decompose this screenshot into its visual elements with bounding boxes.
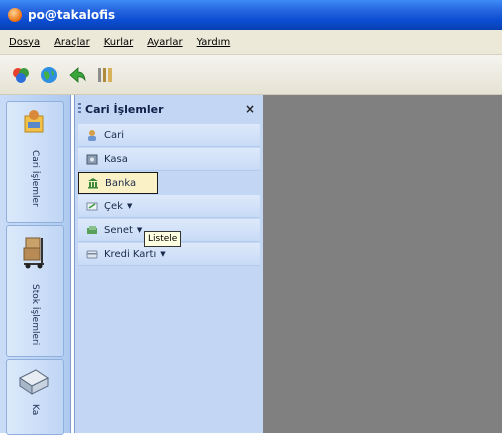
menu-dosya[interactable]: Dosya [0, 37, 47, 48]
app-icon [8, 8, 22, 22]
chevron-down-icon[interactable]: ▼ [127, 202, 132, 210]
menu-yardim[interactable]: Yardım [190, 37, 238, 48]
stok-icon [23, 237, 44, 269]
panel-item-label: Çek [104, 200, 123, 212]
chevron-down-icon[interactable]: ▼ [137, 226, 142, 234]
panel-item-label: Banka [105, 177, 137, 189]
safe-icon [86, 153, 98, 165]
module-strip: Cari İşlemler Stok İşlemleri Ka [0, 95, 71, 435]
panel-item-cari[interactable]: Cari [78, 124, 260, 147]
workspace-area [263, 95, 502, 433]
cari-icon [24, 110, 44, 133]
module-label: Cari İşlemler [30, 150, 40, 207]
tooltip: Listele [144, 231, 182, 247]
module-stok-islemleri-button[interactable]: Stok İşlemleri [6, 225, 64, 357]
window-title: po@takalofis [28, 8, 116, 22]
panel-item-cek[interactable]: Çek ▼ [78, 195, 260, 218]
back-arrow-icon[interactable] [66, 64, 88, 86]
cari-islemler-panel: Cari İşlemler × Cari Kasa Banka Çek ▼ Se… [74, 95, 264, 433]
panel-item-label: Senet [104, 224, 133, 236]
note-icon [86, 224, 98, 236]
module-label: Ka [30, 404, 40, 416]
globe-icon[interactable] [38, 64, 60, 86]
toolbar [0, 55, 502, 95]
menu-araclar[interactable]: Araçlar [47, 37, 97, 48]
modules-icon[interactable] [10, 64, 32, 86]
cheque-icon [86, 200, 98, 212]
grip-handle[interactable] [78, 103, 81, 115]
panel-item-kasa[interactable]: Kasa [78, 148, 260, 171]
bank-icon [87, 177, 99, 189]
user-icon [86, 129, 98, 141]
menu-bar: Dosya Araçlar Kurlar Ayarlar Yardım [0, 30, 502, 55]
kasa-icon [19, 369, 49, 395]
tools-icon[interactable] [94, 64, 116, 86]
panel-title: Cari İşlemler [85, 102, 164, 116]
module-cari-islemler-button[interactable]: Cari İşlemler [6, 101, 64, 223]
panel-header: Cari İşlemler × [75, 99, 263, 119]
panel-item-label: Cari [104, 129, 124, 141]
panel-item-label: Kredi Kartı [104, 248, 157, 260]
close-icon[interactable]: × [245, 102, 255, 116]
panel-item-label: Kasa [104, 153, 128, 165]
menu-ayarlar[interactable]: Ayarlar [140, 37, 189, 48]
title-bar[interactable]: po@takalofis [0, 0, 502, 30]
credit-card-icon [86, 248, 98, 260]
module-kasa-button[interactable]: Ka [6, 359, 64, 435]
panel-item-banka[interactable]: Banka [78, 172, 158, 194]
module-label: Stok İşlemleri [30, 284, 40, 346]
chevron-down-icon[interactable]: ▼ [160, 250, 165, 258]
menu-kurlar[interactable]: Kurlar [97, 37, 141, 48]
